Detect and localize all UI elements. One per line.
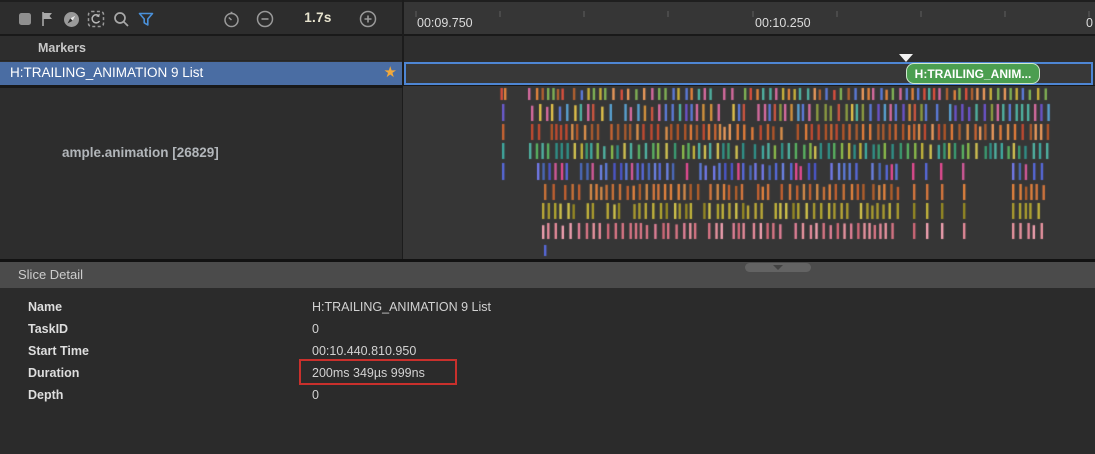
ruler-tick <box>583 11 585 17</box>
stop-icon <box>18 12 32 26</box>
flag-button[interactable] <box>38 10 56 28</box>
slice-detail-header: Slice Detail <box>0 262 1095 288</box>
ruler-label: 00:09.750 <box>417 16 473 30</box>
field-row-name: Name H:TRAILING_ANIMATION 9 List <box>0 296 1095 318</box>
loop-selection-button[interactable] <box>87 10 105 28</box>
zoom-out-icon <box>256 10 274 28</box>
search-button[interactable] <box>112 10 130 28</box>
flag-icon <box>40 11 55 27</box>
star-icon[interactable]: ★ <box>384 64 397 82</box>
field-row-taskid: TaskID 0 <box>0 318 1095 340</box>
field-label: Depth <box>28 388 63 402</box>
filter-icon <box>138 12 154 27</box>
trailing-animation-slice[interactable]: H:TRAILING_ANIM... <box>906 63 1040 84</box>
timer-icon <box>223 11 240 28</box>
stop-button[interactable] <box>16 10 34 28</box>
zoom-in-icon <box>359 10 377 28</box>
track-row-trailing-animation[interactable]: H:TRAILING_ANIMATION 9 List ★ <box>0 62 402 85</box>
ruler-tick <box>752 11 754 17</box>
slice-detail-title: Slice Detail <box>18 267 83 282</box>
ruler-tick <box>920 11 922 17</box>
loop-selection-icon <box>87 10 105 28</box>
slice-label: H:TRAILING_ANIM... <box>915 67 1032 81</box>
field-row-start-time: Start Time 00:10.440.810.950 <box>0 340 1095 362</box>
field-value: 0 <box>312 388 319 402</box>
timer-button[interactable] <box>222 10 240 28</box>
ruler-tick <box>667 11 669 17</box>
zoom-in-button[interactable] <box>359 10 377 28</box>
ruler-tick <box>499 11 501 17</box>
zoom-level-value: 1.7s <box>296 10 340 25</box>
process-track-header[interactable]: ample.animation [26829] <box>0 88 402 259</box>
ruler-label: 0 <box>1086 16 1093 30</box>
field-value: 0 <box>312 322 319 336</box>
filter-button[interactable] <box>137 10 155 28</box>
markers-row[interactable]: Markers <box>0 36 402 61</box>
timeline-ruler[interactable]: 00:09.750 00:10.250 0 <box>403 0 1095 36</box>
field-label: Name <box>28 300 62 314</box>
toolbar: 1.7s <box>0 0 403 36</box>
chevron-down-icon <box>773 265 783 270</box>
trace-profiler-window: 1.7s 00:09.750 00:10.250 0 Markers H:TRA… <box>0 0 1095 454</box>
field-row-duration: Duration 200ms 349µs 999ns <box>0 362 1095 384</box>
field-value: 00:10.440.810.950 <box>312 344 416 358</box>
compass-button[interactable] <box>62 10 80 28</box>
slice-detail-body: Name H:TRAILING_ANIMATION 9 List TaskID … <box>0 288 1095 454</box>
field-value: 200ms 349µs 999ns <box>312 366 425 380</box>
ruler-tick <box>836 11 838 17</box>
ruler-label: 00:10.250 <box>755 16 811 30</box>
ruler-tick <box>1004 11 1006 17</box>
compass-icon <box>63 11 80 28</box>
track-row-label: H:TRAILING_ANIMATION 9 List <box>10 65 203 80</box>
field-label: Start Time <box>28 344 89 358</box>
field-label: TaskID <box>28 322 68 336</box>
search-icon <box>113 11 130 28</box>
panel-collapse-handle[interactable] <box>745 263 811 272</box>
field-value: H:TRAILING_ANIMATION 9 List <box>312 300 491 314</box>
field-label: Duration <box>28 366 79 380</box>
field-row-depth: Depth 0 <box>0 384 1095 406</box>
process-label: ample.animation [26829] <box>62 145 219 160</box>
slice-start-marker-icon <box>899 54 913 62</box>
flame-chart-canvas[interactable] <box>403 86 1095 259</box>
zoom-out-button[interactable] <box>256 10 274 28</box>
markers-label: Markers <box>38 41 86 55</box>
